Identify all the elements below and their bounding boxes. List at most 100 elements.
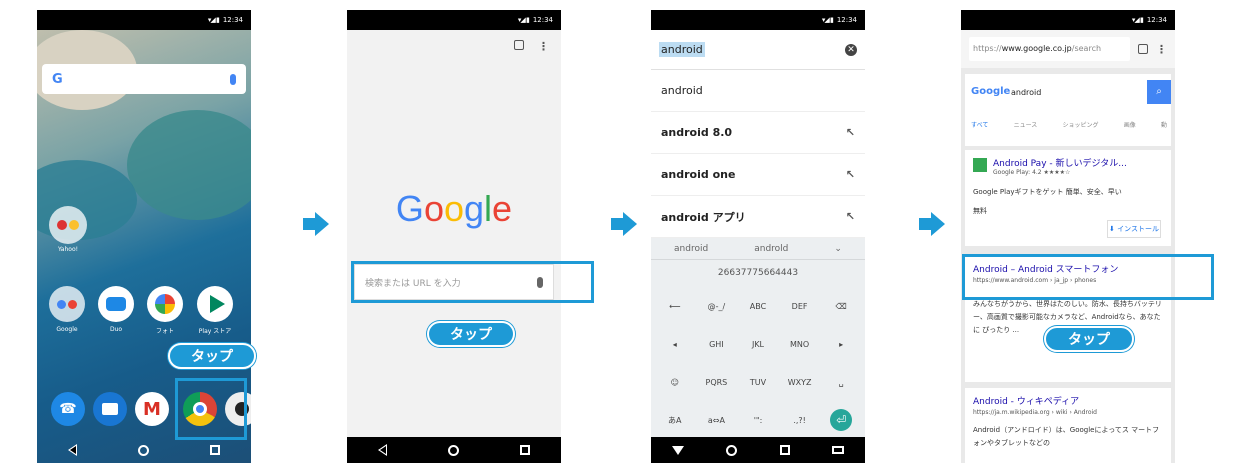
- recent-apps-icon[interactable]: [520, 445, 531, 455]
- install-label: インストール: [1117, 225, 1159, 233]
- keyboard-key[interactable]: ␣: [821, 364, 861, 400]
- tab-all[interactable]: すべて: [971, 120, 988, 129]
- logo-letter: o: [423, 188, 444, 229]
- ad-card[interactable]: Android Pay - 新しいデジタル... Google Play: 4.…: [965, 150, 1171, 246]
- suggestion-item[interactable]: android アプリ ↖: [651, 196, 865, 238]
- wallpaper-reef: [127, 110, 251, 220]
- keyboard-key[interactable]: JKL: [738, 326, 778, 362]
- tab-switcher-icon[interactable]: [514, 40, 524, 50]
- search-icon[interactable]: ⌕: [1147, 80, 1171, 104]
- result-title[interactable]: Android - ウィキペディア: [973, 394, 1163, 407]
- google-folder-icon[interactable]: [49, 286, 85, 322]
- status-time: 12:34: [222, 16, 243, 24]
- tab-shopping[interactable]: ショッピング: [1062, 120, 1098, 129]
- logo-letter: g: [464, 188, 485, 229]
- keyboard-key[interactable]: .,?!: [780, 402, 820, 438]
- status-bar: ▾◢ ▮ 12:34: [651, 10, 865, 30]
- app-mini-icon: [57, 299, 66, 309]
- google-logo: Google: [347, 188, 561, 230]
- step-arrow-icon: [611, 212, 637, 236]
- hide-keyboard-icon[interactable]: [672, 445, 685, 455]
- ad-subtitle: Google Play: 4.2 ★★★★☆: [993, 169, 1071, 176]
- result-url[interactable]: https://ja.m.wikipedia.org › wiki › Andr…: [973, 409, 1163, 416]
- back-icon[interactable]: [377, 444, 387, 456]
- ad-title[interactable]: Android Pay - 新しいデジタル...: [993, 156, 1127, 169]
- tab-images[interactable]: 画像: [1124, 120, 1136, 129]
- url-field[interactable]: https://www.google.co.jp/search: [969, 37, 1130, 61]
- tab-switcher-icon[interactable]: [1138, 44, 1148, 54]
- signal-battery-icon: ▾◢ ▮: [207, 16, 220, 24]
- step-arrow-icon: [303, 212, 329, 236]
- keyboard-key[interactable]: TUV: [738, 364, 778, 400]
- keyboard-candidate[interactable]: androld: [754, 244, 788, 254]
- home-icon[interactable]: [137, 444, 149, 456]
- tap-badge-search: タップ: [427, 321, 515, 347]
- insert-arrow-icon[interactable]: ↖: [846, 168, 855, 181]
- gmail-app-icon[interactable]: M: [135, 392, 169, 426]
- result-snippet: Android（アンドロイド）は、Googleによってス マートフォンやタブレッ…: [973, 426, 1160, 447]
- keyboard-key[interactable]: a⇔A: [697, 402, 737, 438]
- suggestion-text: android one: [661, 168, 736, 181]
- signal-battery-icon: ▾◢ ▮: [821, 16, 834, 24]
- photos-app-icon[interactable]: [147, 286, 183, 322]
- clear-icon[interactable]: ✕: [845, 43, 857, 56]
- keyboard-keys: ⟵ @-_/ ABC DEF ⌫ ◂ GHI JKL MNO ▸ ☺ PQRS …: [655, 288, 861, 438]
- app-label-yahoo: Yahoo!: [57, 246, 79, 253]
- enter-key[interactable]: ⏎: [821, 402, 861, 438]
- typed-query: android: [659, 42, 705, 57]
- suggestion-item[interactable]: android: [651, 70, 865, 112]
- keyboard-key[interactable]: @-_/: [697, 288, 737, 324]
- keyboard-key[interactable]: MNO: [780, 326, 820, 362]
- keyboard-key[interactable]: DEF: [780, 288, 820, 324]
- install-button[interactable]: ⬇ インストール: [1107, 220, 1161, 238]
- duo-app-icon[interactable]: [98, 286, 134, 322]
- address-bar: https://www.google.co.jp/search ⋮: [961, 30, 1175, 68]
- messages-app-icon[interactable]: [93, 392, 127, 426]
- recent-apps-icon[interactable]: [210, 445, 221, 455]
- more-menu-icon[interactable]: ⋮: [538, 40, 549, 53]
- keyboard-switch-icon[interactable]: [831, 446, 844, 454]
- omnibox-input[interactable]: android ✕: [651, 30, 865, 70]
- chevron-down-icon[interactable]: ⌄: [834, 244, 842, 254]
- keyboard-key[interactable]: GHI: [697, 326, 737, 362]
- phone-app-icon[interactable]: ☎: [51, 392, 85, 426]
- keyboard-key[interactable]: ▸: [821, 326, 861, 362]
- tab-videos[interactable]: 動: [1161, 120, 1167, 129]
- home-icon[interactable]: [726, 444, 738, 456]
- keyboard-key[interactable]: WXYZ: [780, 364, 820, 400]
- keyboard-key[interactable]: ⟵: [655, 288, 695, 324]
- recent-apps-icon[interactable]: [779, 445, 790, 455]
- status-bar: ▾◢ ▮ 12:34: [961, 10, 1175, 30]
- mic-icon[interactable]: [230, 73, 236, 85]
- logo-letter: l: [484, 188, 493, 229]
- message-bubble-icon: [102, 403, 118, 415]
- keyboard-key[interactable]: ABC: [738, 288, 778, 324]
- keyboard-key[interactable]: '":: [738, 402, 778, 438]
- app-label-duo: Duo: [109, 326, 123, 333]
- app-mini-icon: [69, 220, 79, 230]
- results-query[interactable]: android: [1011, 88, 1041, 97]
- back-icon[interactable]: [67, 444, 77, 456]
- keyboard-key[interactable]: ☺: [655, 364, 695, 400]
- play-store-app-icon[interactable]: [197, 286, 233, 322]
- search-field-highlight-box: [351, 261, 594, 303]
- more-menu-icon[interactable]: ⋮: [1156, 43, 1167, 56]
- result-highlight-box: [962, 254, 1214, 300]
- keyboard-candidate[interactable]: android: [674, 244, 708, 254]
- signal-battery-icon: ▾◢ ▮: [517, 16, 530, 24]
- suggestion-item[interactable]: android 8.0 ↖: [651, 112, 865, 154]
- insert-arrow-icon[interactable]: ↖: [846, 126, 855, 139]
- play-triangle-icon: [209, 295, 225, 313]
- keyboard-number-candidate[interactable]: 26637775664443: [651, 262, 865, 284]
- keyboard-key[interactable]: あA: [655, 402, 695, 438]
- keyboard-key[interactable]: ⌫: [821, 288, 861, 324]
- insert-arrow-icon[interactable]: ↖: [846, 210, 855, 223]
- suggestion-item[interactable]: android one ↖: [651, 154, 865, 196]
- google-search-widget[interactable]: G: [42, 64, 246, 94]
- keyboard-key[interactable]: ◂: [655, 326, 695, 362]
- logo-letter: e: [492, 188, 513, 229]
- tab-news[interactable]: ニュース: [1014, 120, 1038, 129]
- keyboard-key[interactable]: PQRS: [697, 364, 737, 400]
- home-icon[interactable]: [447, 444, 459, 456]
- yahoo-folder-icon[interactable]: [49, 206, 87, 244]
